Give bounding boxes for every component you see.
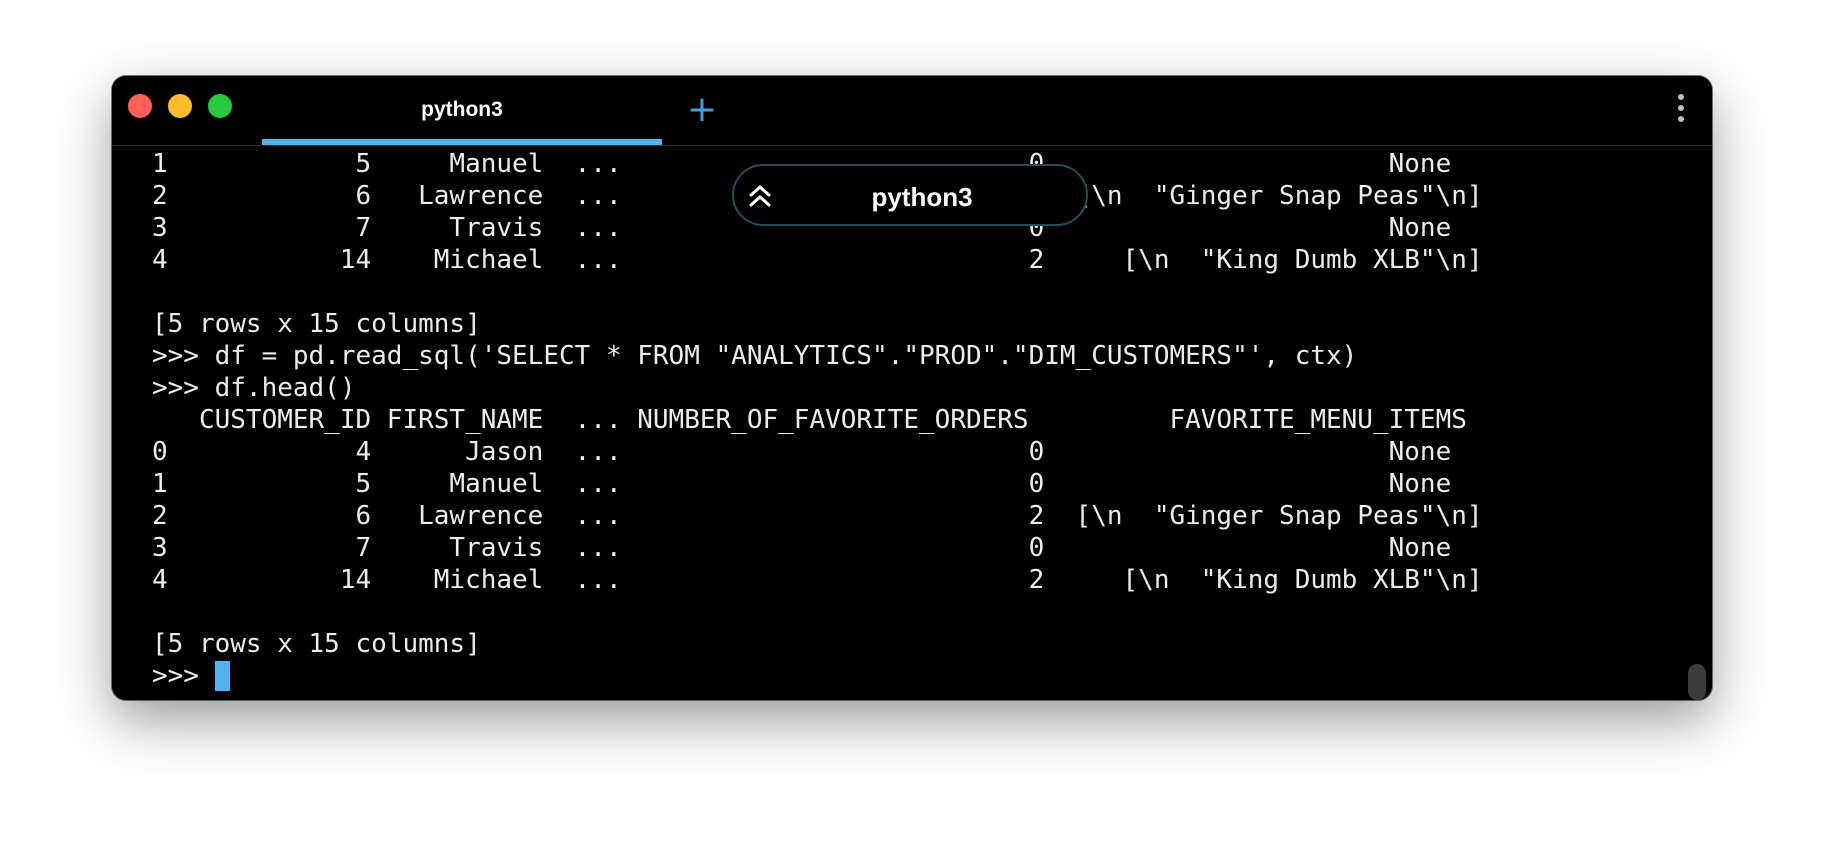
- more-icon-dot: [1678, 116, 1684, 122]
- output-line: 4 14 Michael ... 2 [\n "King Dumb XLB"\n…: [152, 245, 1483, 275]
- table-row: 3 7 Travis ... 0 None: [152, 533, 1452, 563]
- more-icon-dot: [1678, 105, 1684, 111]
- command-line: >>> df.head(): [152, 373, 356, 403]
- title-bar: python3 +: [112, 76, 1712, 146]
- more-options-button[interactable]: [1676, 94, 1686, 126]
- table-row: 2 6 Lawrence ... 2 [\n "Ginger Snap Peas…: [152, 501, 1483, 531]
- table-row: 1 5 Manuel ... 0 None: [152, 469, 1452, 499]
- table-row: 0 4 Jason ... 0 None: [152, 437, 1452, 467]
- scrollbar-thumb[interactable]: [1688, 664, 1706, 700]
- output-line: [5 rows x 15 columns]: [152, 309, 481, 339]
- table-row: 4 14 Michael ... 2 [\n "King Dumb XLB"\n…: [152, 565, 1483, 595]
- terminal-output[interactable]: 1 5 Manuel ... 0 None 2 6 Lawrence ... 2…: [152, 148, 1672, 700]
- table-header: CUSTOMER_ID FIRST_NAME ... NUMBER_OF_FAV…: [152, 405, 1467, 435]
- minimize-window-button[interactable]: [168, 94, 192, 118]
- active-tab-indicator: [262, 139, 662, 145]
- command-line: >>> df = pd.read_sql('SELECT * FROM "ANA…: [152, 341, 1358, 371]
- tab-python3[interactable]: python3: [262, 76, 662, 145]
- chevron-double-up-icon[interactable]: [744, 180, 776, 212]
- zoom-window-button[interactable]: [208, 94, 232, 118]
- output-line: [5 rows x 15 columns]: [152, 629, 481, 659]
- new-tab-button[interactable]: +: [682, 90, 722, 130]
- session-title-overlay[interactable]: python3: [732, 164, 1088, 226]
- text-cursor: [214, 661, 230, 691]
- more-icon-dot: [1678, 94, 1684, 100]
- close-window-button[interactable]: [128, 94, 152, 118]
- overlay-title: python3: [871, 182, 973, 212]
- input-line[interactable]: >>>: [152, 660, 1672, 692]
- terminal-window: python3 + 1 5 Manuel ... 0 None 2 6 Lawr…: [112, 76, 1712, 700]
- prompt: >>>: [152, 661, 215, 691]
- tab-label: python3: [421, 98, 503, 121]
